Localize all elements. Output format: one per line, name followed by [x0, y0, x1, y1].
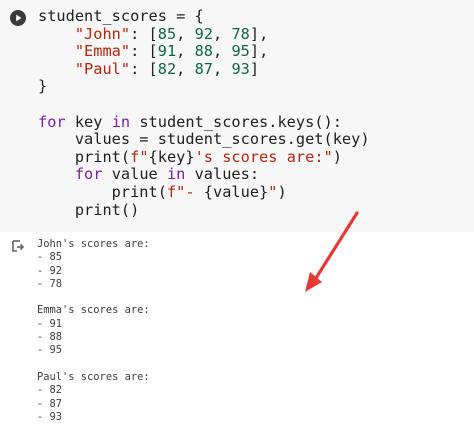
cell-output: John's scores are: - 85- 92- 78 Emma's sco…: [37, 238, 150, 424]
output-redirect-icon: [12, 240, 25, 252]
code-token: ,: [213, 59, 232, 78]
code-token: 88: [194, 42, 214, 61]
output-line: John's scores are:: [37, 238, 150, 250]
code-token: ): [332, 147, 342, 166]
code-line: print(f"{key}'s scores are:"): [38, 147, 370, 167]
code-token: 93: [231, 59, 250, 78]
output-line: Paul's scores are:: [37, 370, 150, 383]
code-token: print(: [38, 182, 167, 201]
code-line: print(f"- {value}"): [38, 182, 370, 202]
code-token: in: [111, 112, 131, 131]
code-token: 87: [194, 59, 214, 78]
output-line: - 78: [37, 277, 63, 290]
run-cell-button[interactable]: [10, 10, 26, 26]
output-line: - 87: [37, 397, 63, 410]
code-token: 91: [157, 42, 177, 61]
code-token: ): [277, 182, 287, 201]
code-token: for: [38, 112, 66, 131]
code-line: "Emma": [91, 88, 95],: [38, 42, 370, 61]
output-line: - 92: [37, 264, 63, 277]
code-token: "John": [74, 24, 131, 43]
code-token: print(: [38, 147, 131, 166]
code-editor[interactable]: student_scores = { "John": [85, 92, 78],…: [38, 7, 370, 220]
code-token: ,: [213, 24, 232, 43]
code-token: ],: [249, 42, 269, 61]
output-line: - 91: [37, 317, 63, 330]
output-line: - 93: [37, 410, 63, 423]
code-token: : [: [130, 24, 158, 43]
code-token: : [: [130, 59, 158, 78]
code-token: ]: [249, 59, 260, 78]
code-line: }: [38, 78, 370, 96]
play-icon: [16, 14, 22, 22]
output-line: - 95: [37, 344, 63, 357]
code-token: "Emma": [74, 42, 131, 61]
code-token: {key}: [148, 147, 195, 166]
output-line: - 88: [37, 331, 63, 344]
code-token: 95: [231, 42, 250, 61]
code-token: for: [74, 165, 103, 184]
output-line: Emma's scores are:: [37, 304, 150, 317]
code-token: print(): [38, 200, 140, 219]
code-cell[interactable]: student_scores = { "John": [85, 92, 78],…: [0, 0, 474, 232]
code-line: for key in student_scores.keys():: [38, 112, 370, 132]
code-token: ],: [249, 24, 269, 43]
code-token: ,: [176, 42, 195, 61]
code-token: : [: [130, 42, 158, 61]
code-token: 82: [157, 59, 177, 78]
code-line: "John": [85, 92, 78],: [38, 24, 370, 44]
code-token: value: [102, 165, 167, 184]
code-token: key: [65, 112, 112, 131]
code-token: ,: [213, 42, 232, 61]
code-token: ,: [176, 59, 195, 78]
code-token: f"-: [166, 182, 204, 201]
code-token: f": [130, 147, 149, 166]
code-line: print(): [38, 200, 370, 220]
code-line: for value in values:: [38, 166, 370, 184]
code-token: }: [38, 77, 48, 96]
code-token: ,: [176, 24, 195, 43]
code-token: student_scores.keys():: [130, 112, 342, 131]
code-line: student_scores = {: [38, 7, 370, 26]
code-token: "Paul": [74, 59, 131, 78]
code-token: 92: [194, 24, 214, 43]
code-token: values = student_scores.get(key): [38, 130, 370, 149]
code-token: 's scores are:": [194, 147, 333, 166]
code-token: in: [166, 165, 186, 184]
output-line: - 85: [37, 251, 63, 264]
code-token: 85: [157, 24, 177, 43]
output-line: - 82: [37, 384, 63, 397]
code-token: student_scores = {: [38, 7, 204, 25]
code-token: values:: [185, 165, 260, 184]
code-line: "Paul": [82, 87, 93]: [38, 59, 370, 79]
code-token: {value}: [203, 182, 269, 201]
code-token: 78: [231, 24, 250, 43]
code-line: values = student_scores.get(key): [38, 130, 370, 149]
